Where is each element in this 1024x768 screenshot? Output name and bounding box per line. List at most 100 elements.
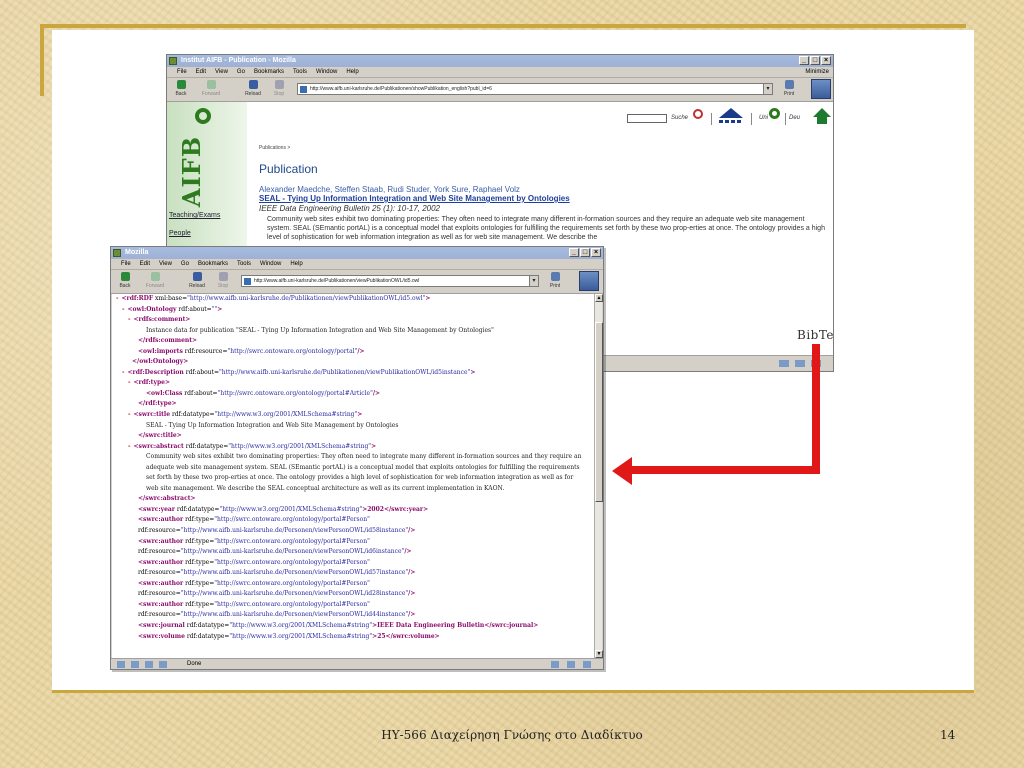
forward-button[interactable]: Forward: [199, 80, 223, 97]
mozilla-throbber-icon: [579, 271, 599, 291]
bibtex-link[interactable]: BibTeX: [797, 328, 833, 342]
url-text: http://www.aifb.uni-karlsruhe.de/Publika…: [310, 86, 492, 92]
forward-button[interactable]: Forward: [143, 272, 167, 289]
menu-bookmarks[interactable]: Bookmarks: [198, 259, 228, 269]
scroll-down-arrow-icon[interactable]: ▼: [595, 650, 603, 658]
back-arrow-icon: [176, 80, 186, 89]
xml-line: - <swrc:title rdf:datatype="http://www.w3…: [128, 411, 363, 419]
reload-button[interactable]: Reload: [241, 80, 265, 97]
reload-icon: [248, 80, 258, 89]
vertical-scrollbar[interactable]: ▲ ▼: [594, 294, 603, 658]
print-icon: [550, 272, 560, 281]
url-dropdown-icon[interactable]: ▾: [763, 84, 772, 94]
red-arrow-horizontal: [628, 466, 820, 474]
close-button[interactable]: ×: [591, 248, 601, 257]
forward-arrow-icon: [206, 80, 216, 89]
collapse-toggle[interactable]: -: [116, 295, 119, 302]
publication-title-link[interactable]: SEAL - Tying Up Information Integration …: [259, 194, 570, 203]
url-bar[interactable]: http://www.aifb.uni-karlsruhe.de/Publika…: [297, 83, 773, 95]
security-icon: [567, 661, 575, 668]
mozilla-app-icon: [169, 57, 177, 65]
xml-line: <swrc:author rdf:type="http://swrc.ontow…: [138, 537, 370, 545]
menu-tools[interactable]: Tools: [293, 67, 307, 77]
menu-bookmarks[interactable]: Bookmarks: [254, 67, 284, 77]
status-bar: Done: [111, 658, 603, 669]
xml-line: <swrc:year rdf:datatype="http://www.w3.o…: [138, 505, 429, 513]
connection-icon: [551, 661, 559, 668]
menu-tools[interactable]: Tools: [237, 259, 251, 269]
mozilla-throbber-icon: [811, 79, 831, 99]
menu-help[interactable]: Help: [290, 259, 302, 269]
publication-venue: IEEE Data Engineering Bulletin 25 (1): 1…: [259, 204, 441, 213]
minimize-button[interactable]: _: [569, 248, 579, 257]
xml-line: Community web sites exhibit two dominati…: [146, 453, 582, 461]
publication-authors[interactable]: Alexander Maedche, Steffen Staab, Rudi S…: [259, 185, 520, 194]
close-button[interactable]: ×: [821, 56, 831, 65]
navigator-icon[interactable]: [117, 661, 125, 668]
menu-view[interactable]: View: [215, 67, 228, 77]
aifb-ring-logo-icon: [195, 108, 211, 124]
window-titlebar[interactable]: Mozilla _ □ ×: [111, 247, 603, 259]
breadcrumb[interactable]: Publications >: [259, 145, 290, 151]
menu-window[interactable]: Window: [260, 259, 281, 269]
collapse-toggle[interactable]: -: [122, 369, 125, 376]
xml-line: adequate web site management system. SEA…: [146, 463, 580, 471]
xml-line: <swrc:volume rdf:datatype="http://www.w3…: [138, 632, 440, 640]
print-button[interactable]: Print: [543, 272, 567, 289]
scroll-up-arrow-icon[interactable]: ▲: [595, 294, 603, 302]
mail-icon[interactable]: [131, 661, 139, 668]
sidebar-link-people[interactable]: People: [169, 230, 191, 237]
maximize-button[interactable]: □: [580, 248, 590, 257]
stop-button[interactable]: Stop: [267, 80, 291, 97]
footer-course-title: ΗΥ-566 Διαχείρηση Γνώσης στο Διαδίκτυο: [381, 728, 643, 742]
menu-go[interactable]: Go: [237, 67, 245, 77]
addressbook-icon[interactable]: [159, 661, 167, 668]
minimize-button[interactable]: _: [799, 56, 809, 65]
minimize-label[interactable]: Minimize: [805, 67, 829, 78]
url-bar[interactable]: http://www.aifb.uni-karlsruhe.de/Publika…: [241, 275, 539, 287]
menu-file[interactable]: File: [121, 259, 131, 269]
reload-button[interactable]: Reload: [185, 272, 209, 289]
menu-window[interactable]: Window: [316, 67, 337, 77]
stop-icon: [218, 272, 228, 281]
menu-edit[interactable]: Edit: [140, 259, 150, 269]
window-title: Institut AIFB - Publication - Mozilla: [181, 57, 296, 64]
menu-help[interactable]: Help: [346, 67, 358, 77]
xml-line: </owl:Ontology>: [132, 358, 189, 366]
window-titlebar[interactable]: Institut AIFB - Publication - Mozilla _ …: [167, 55, 833, 67]
xml-line: set forth by these two prop-erties at on…: [146, 474, 574, 482]
menu-view[interactable]: View: [159, 259, 172, 269]
status-text: Done: [187, 661, 202, 667]
back-button[interactable]: Back: [113, 272, 137, 289]
xml-viewer: - <rdf:RDF xml:base="http://www.aifb.uni-…: [112, 294, 596, 658]
menu-go[interactable]: Go: [181, 259, 189, 269]
menu-file[interactable]: File: [177, 67, 187, 77]
stop-button[interactable]: Stop: [211, 272, 235, 289]
collapse-toggle[interactable]: -: [128, 443, 131, 450]
maximize-button[interactable]: □: [810, 56, 820, 65]
back-button[interactable]: Back: [169, 80, 193, 97]
xml-line: rdf:resource="http://www.aifb.uni-karlsr…: [138, 611, 416, 619]
sidebar-link-teaching[interactable]: Teaching/Exams: [169, 212, 220, 219]
xml-line: rdf:resource="http://www.aifb.uni-karlsr…: [138, 527, 416, 535]
print-button[interactable]: Print: [777, 80, 801, 97]
xml-line: </swrc:title>: [138, 432, 182, 440]
collapse-toggle[interactable]: -: [128, 316, 131, 323]
security-icon: [795, 360, 805, 367]
xml-line: <swrc:author rdf:type="http://swrc.ontow…: [138, 558, 370, 566]
menu-edit[interactable]: Edit: [196, 67, 206, 77]
bottom-gold-rule: [52, 690, 974, 693]
xml-line: - <rdfs:comment>: [128, 316, 191, 324]
xml-line: <swrc:journal rdf:datatype="http://www.w…: [138, 621, 539, 629]
composer-icon[interactable]: [145, 661, 153, 668]
collapse-toggle[interactable]: -: [122, 306, 125, 313]
xml-line: - <rdf:type>: [128, 379, 170, 387]
mozilla-app-icon: [113, 249, 121, 257]
collapse-toggle[interactable]: -: [128, 379, 131, 386]
scroll-thumb[interactable]: [595, 322, 603, 502]
resize-grip-icon[interactable]: [583, 661, 591, 668]
menu-bar: File Edit View Go Bookmarks Tools Window…: [111, 259, 603, 270]
xml-line: web site management. We describe the SEA…: [146, 484, 505, 492]
url-dropdown-icon[interactable]: ▾: [529, 276, 538, 286]
collapse-toggle[interactable]: -: [128, 411, 131, 418]
